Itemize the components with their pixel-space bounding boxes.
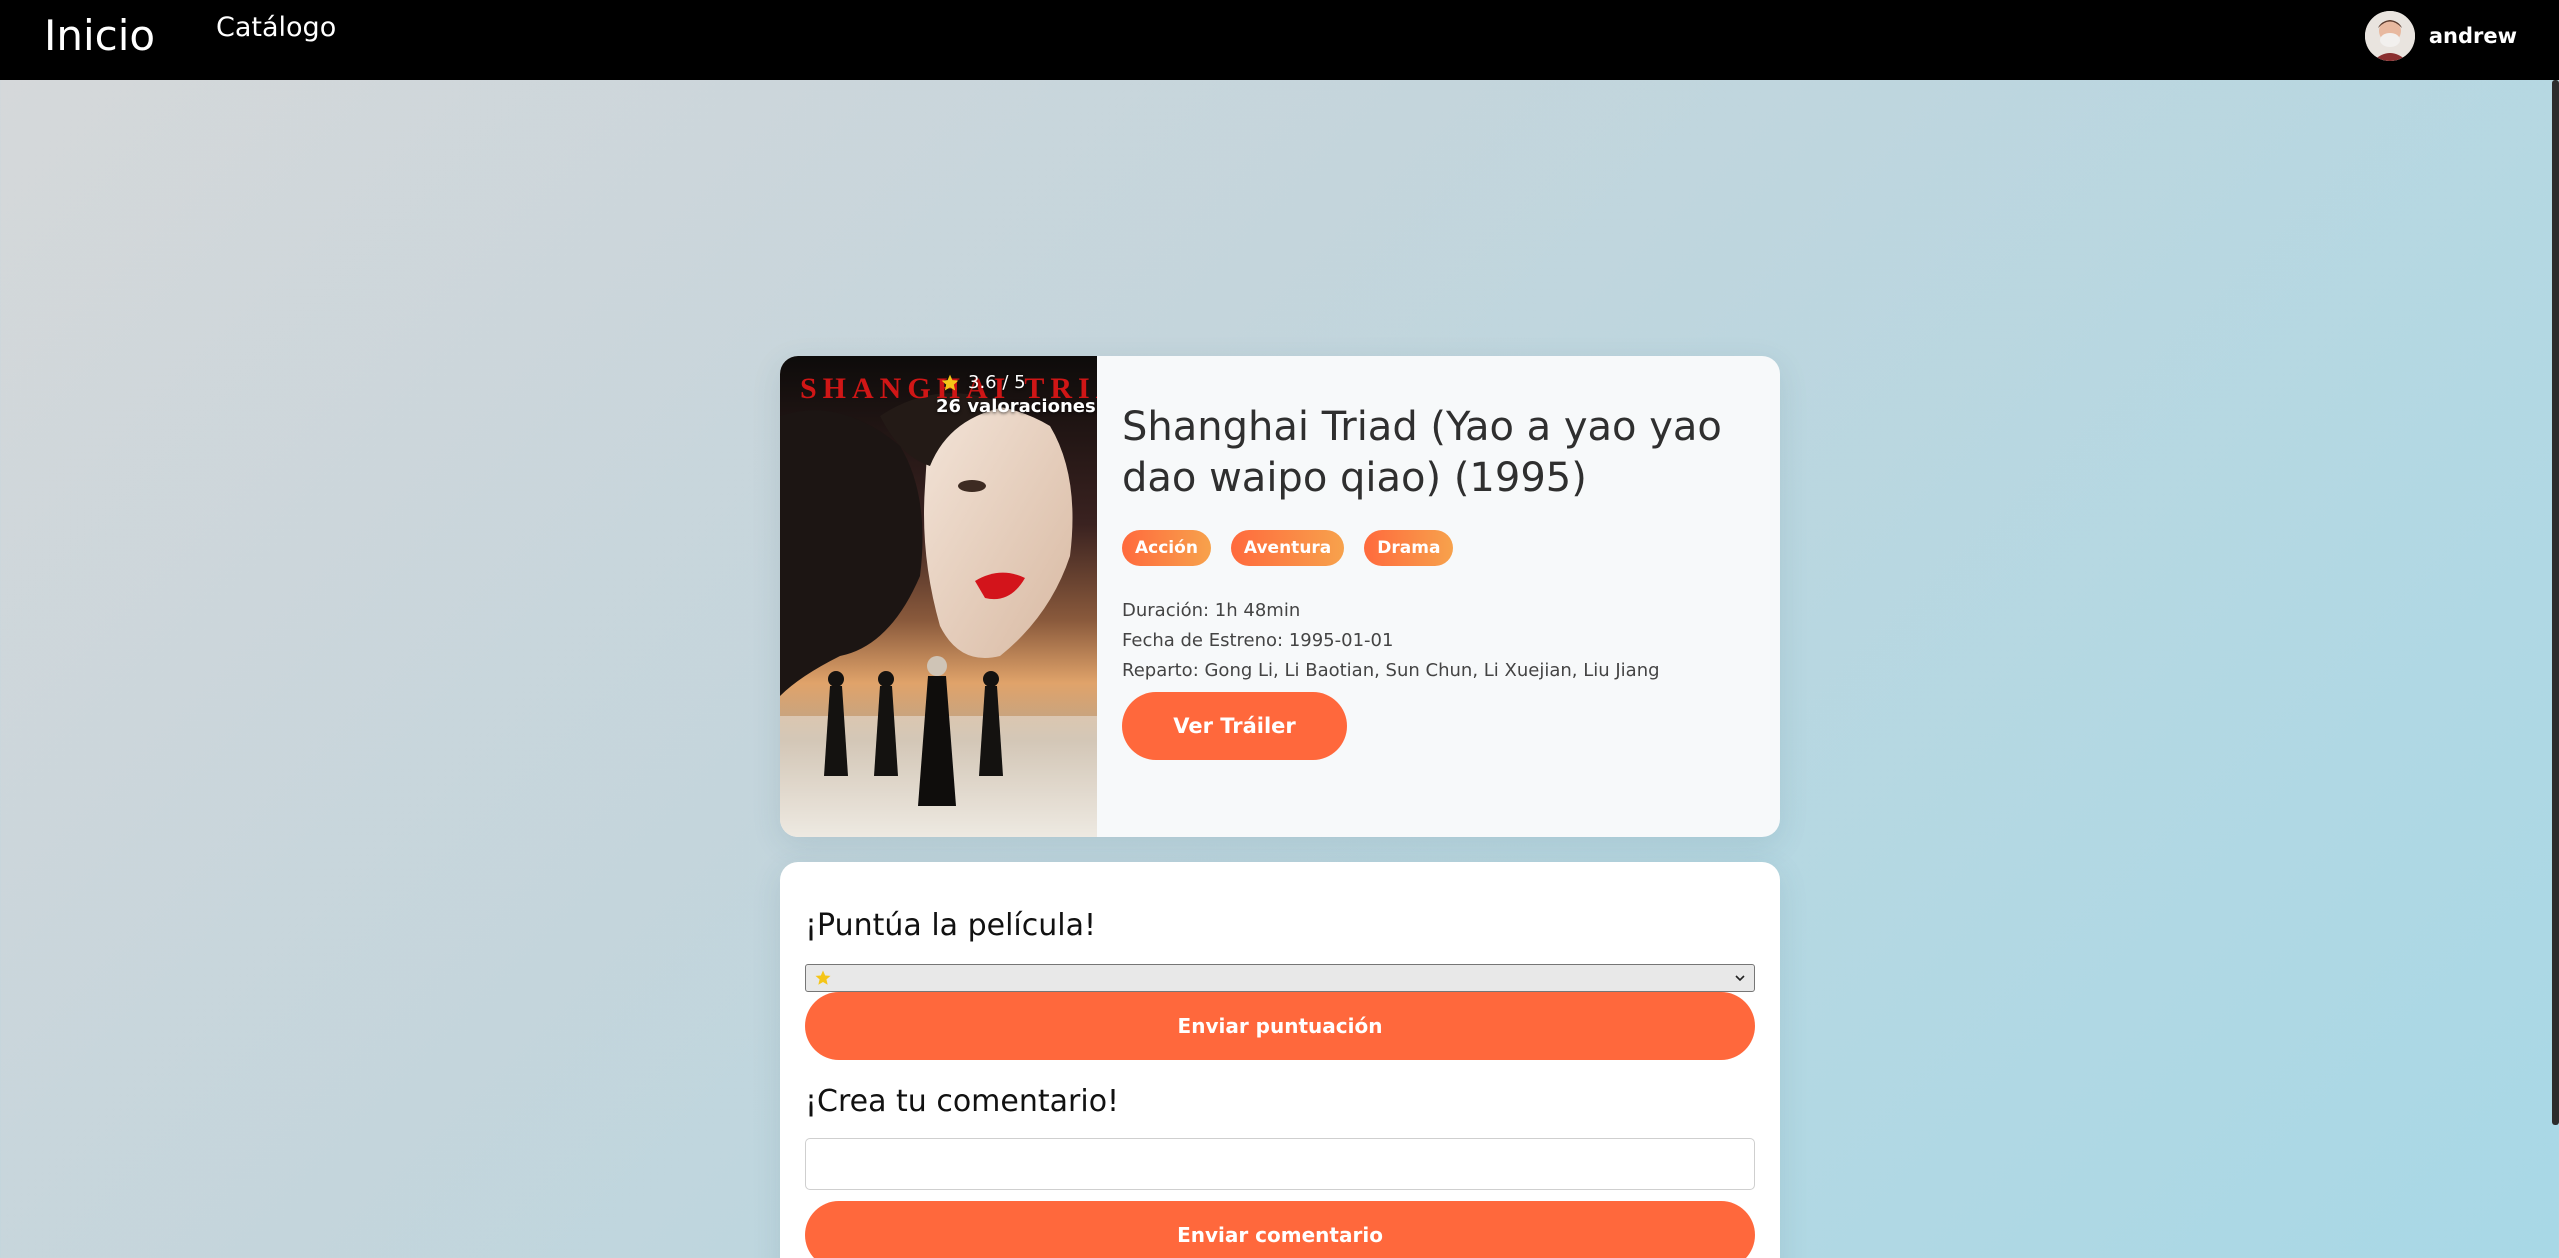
movie-title: Shanghai Triad (Yao a yao yao dao waipo … <box>1122 404 1722 501</box>
movie-info: Shanghai Triad (Yao a yao yao dao waipo … <box>1122 402 1752 760</box>
genre-list: Acción Aventura Drama <box>1122 530 1752 566</box>
genre-tag-accion[interactable]: Acción <box>1122 530 1211 566</box>
page-scrollbar[interactable] <box>2552 80 2559 1125</box>
review-card: ¡Puntúa la película! Enviar puntuación ¡… <box>780 862 1780 1258</box>
cast-text: Reparto: Gong Li, Li Baotian, Sun Chun, … <box>1122 660 1660 681</box>
star-icon <box>941 374 959 390</box>
username: andrew <box>2428 24 2517 48</box>
rating-select[interactable] <box>805 964 1755 992</box>
watch-trailer-button[interactable]: Ver Tráiler <box>1122 692 1347 760</box>
movie-details: Duración: 1h 48min Fecha de Estreno: 199… <box>1122 596 1752 686</box>
comment-heading: ¡Crea tu comentario! <box>805 1084 1120 1119</box>
movie-poster: SHANGHAI TRIAD <box>780 356 1097 837</box>
top-navbar: Inicio Catálogo andrew <box>0 0 2559 80</box>
user-menu[interactable]: andrew <box>2364 10 2517 62</box>
star-icon <box>815 970 831 985</box>
submit-comment-button[interactable]: Enviar comentario <box>805 1201 1755 1258</box>
genre-tag-drama[interactable]: Drama <box>1364 530 1454 566</box>
duration-text: Duración: 1h 48min <box>1122 600 1301 621</box>
genre-tag-aventura[interactable]: Aventura <box>1230 530 1345 566</box>
rating-badge: 3.6 / 5 26 valoraciones <box>936 372 1096 417</box>
release-date-text: Fecha de Estreno: 1995-01-01 <box>1122 630 1394 651</box>
rating-count: 26 valoraciones <box>936 396 1096 417</box>
rating-score: 3.6 / 5 <box>968 372 1026 393</box>
chevron-down-icon <box>1735 975 1745 982</box>
submit-rating-button[interactable]: Enviar puntuación <box>805 992 1755 1060</box>
nav-link-catalog[interactable]: Catálogo <box>216 8 336 48</box>
home-link[interactable]: Inicio <box>44 8 155 64</box>
comment-input[interactable] <box>805 1138 1755 1190</box>
movie-detail-card: SHANGHAI TRIAD 3.6 / 5 26 valoraciones S… <box>780 356 1780 837</box>
user-avatar[interactable] <box>2364 11 2415 61</box>
rate-heading: ¡Puntúa la película! <box>805 908 1096 943</box>
